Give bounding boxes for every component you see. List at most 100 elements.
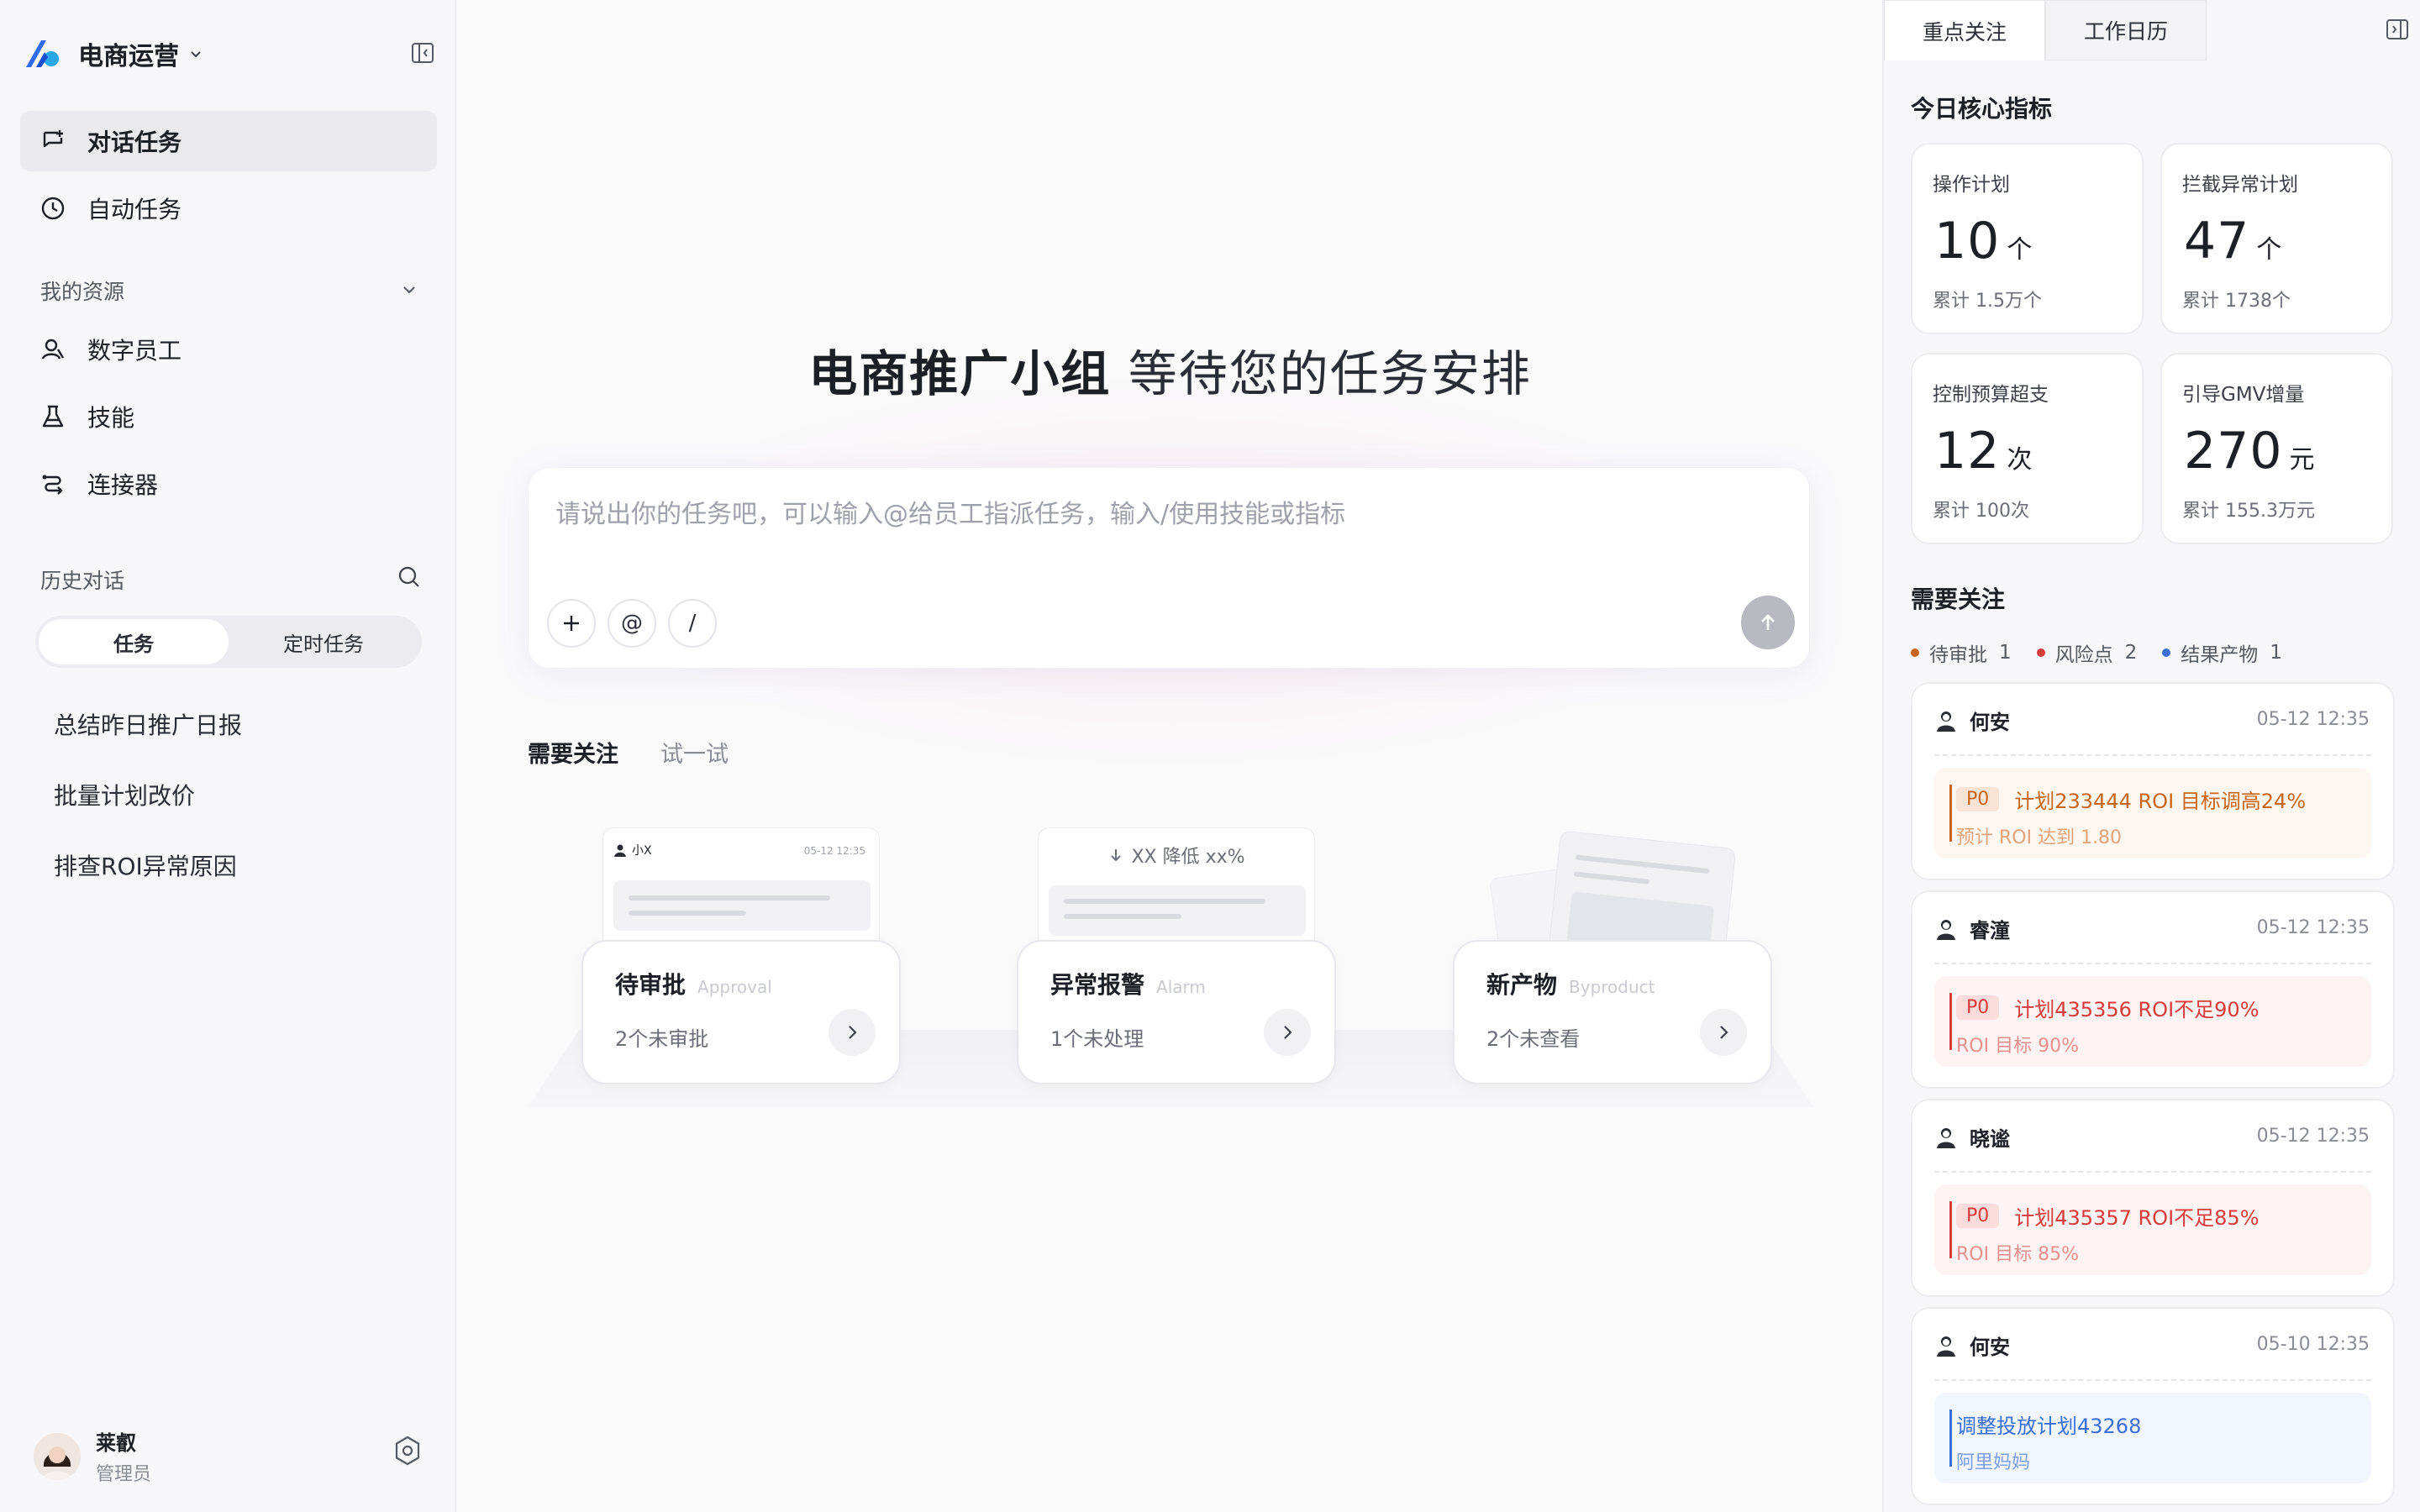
history-title: 历史对话: [40, 569, 125, 593]
resources-toggle-icon[interactable]: [397, 277, 422, 302]
sidebar-collapse-icon[interactable]: [410, 40, 435, 66]
legend-label: 风险点: [2054, 644, 2113, 666]
settings-icon[interactable]: [392, 1435, 424, 1467]
metric-label: 控制预算超支: [1933, 384, 2049, 406]
item-title: 计划435357 ROI不足85%: [2014, 1206, 2260, 1230]
composer-placeholder[interactable]: 请说出你的任务吧，可以输入@给员工指派任务，输入/使用技能或指标: [555, 493, 1345, 530]
sidebar: 电商运营 对话任务 自动任务 我的资源 数字员工 技能 连接器 历史对话 任务 …: [0, 0, 456, 1512]
metric-card[interactable]: 操作计划 10 个 累计 1.5万个: [1911, 143, 2144, 334]
metric-unit: 元: [2289, 445, 2316, 475]
chevron-right-icon[interactable]: [1264, 1009, 1311, 1056]
metric-total: 累计 155.3万元: [2182, 501, 2315, 522]
alarm-card[interactable]: 异常报警 Alarm 1个未处理: [1017, 940, 1336, 1084]
dot-icon: [2036, 648, 2045, 657]
send-button[interactable]: [1741, 596, 1795, 649]
nav-chat-task[interactable]: 对话任务: [20, 111, 437, 171]
approval-card-en: Approval: [697, 977, 772, 997]
chat-task-icon: [39, 127, 67, 155]
agent-name: 晓谧: [1970, 1127, 2010, 1151]
legend-pending[interactable]: 待审批 1: [1911, 638, 2012, 667]
nav-auto-task[interactable]: 自动任务: [20, 178, 437, 239]
metric-unit: 次: [2007, 445, 2033, 475]
tab-attention[interactable]: 需要关注: [528, 736, 618, 769]
item-detail: ROI 目标 85%: [1956, 1244, 2079, 1265]
chevron-down-icon: [187, 45, 204, 62]
tab-work-calendar[interactable]: 工作日历: [2045, 0, 2207, 60]
byproduct-card-title: 新产物: [1486, 971, 1558, 999]
nav-skills[interactable]: 技能: [20, 386, 437, 447]
approval-card-group: 小X 05-12 12:35 待审批 Approval 2个未审批: [581, 827, 901, 1088]
task-composer[interactable]: 请说出你的任务吧，可以输入@给员工指派任务，输入/使用技能或指标 @ /: [528, 467, 1810, 669]
metric-card[interactable]: 控制预算超支 12 次 累计 100次: [1911, 353, 2144, 544]
metric-card[interactable]: 引导GMV增量 270 元 累计 155.3万元: [2160, 353, 2393, 544]
alarm-card-en: Alarm: [1156, 977, 1206, 997]
preview-time: 05-12 12:35: [803, 845, 865, 857]
tab-try-it[interactable]: 试一试: [660, 736, 729, 769]
slash-command-button[interactable]: /: [668, 599, 717, 648]
alarm-preview: XX 降低 xx%: [1038, 827, 1315, 953]
attention-item[interactable]: 睿潼 05-12 12:35 P0 计划435356 ROI不足90% ROI 目…: [1911, 890, 2395, 1089]
history-item[interactable]: 排查ROI异常原因: [54, 848, 237, 882]
arrow-down-icon: [1111, 849, 1122, 862]
add-attachment-button[interactable]: [547, 599, 596, 648]
attention-title: 需要关注: [1911, 585, 2006, 613]
panel-collapse-icon[interactable]: [2385, 17, 2410, 42]
legend-risk[interactable]: 风险点 2: [2036, 638, 2138, 667]
item-detail: 阿里妈妈: [1956, 1452, 2031, 1473]
alarm-card-count: 1个未处理: [1050, 1027, 1144, 1051]
metric-value: 12: [1934, 422, 2001, 480]
nav-connectors-label: 连接器: [87, 471, 159, 499]
preview-user: 小X: [632, 844, 652, 858]
arrow-up-icon: [1761, 614, 1775, 630]
seg-tasks[interactable]: 任务: [39, 619, 229, 664]
history-search-icon[interactable]: [397, 564, 422, 590]
chevron-right-icon[interactable]: [1700, 1009, 1747, 1056]
workspace-switcher[interactable]: 电商运营: [23, 32, 204, 76]
resources-title: 我的资源: [40, 280, 125, 304]
metric-total: 累计 100次: [1933, 501, 2029, 522]
hero-title: 电商推广小组 等待您的任务安排: [458, 334, 1882, 405]
item-body: P0 计划435356 ROI不足90% ROI 目标 90%: [1934, 976, 2371, 1067]
attention-item[interactable]: 何安 05-10 12:35 调整投放计划43268 阿里妈妈: [1911, 1307, 2395, 1505]
tab-focus[interactable]: 重点关注: [1884, 0, 2045, 60]
attention-legend: 待审批 1 风险点 2 结果产物 1: [1911, 638, 2307, 667]
item-body: P0 计划435357 ROI不足85% ROI 目标 85%: [1934, 1184, 2371, 1275]
metric-label: 拦截异常计划: [2182, 174, 2298, 196]
item-time: 05-12 12:35: [2256, 917, 2370, 938]
agent-avatar-icon: [1937, 1127, 1955, 1148]
preview-placeholder-block: [1049, 885, 1306, 936]
metric-card[interactable]: 拦截异常计划 47 个 累计 1738个: [2160, 143, 2393, 334]
attention-tabs: 需要关注 试一试: [528, 736, 771, 769]
seg-scheduled-tasks[interactable]: 定时任务: [229, 619, 418, 664]
nav-connectors[interactable]: 连接器: [20, 454, 437, 514]
item-detail: ROI 目标 90%: [1956, 1036, 2079, 1057]
approval-card[interactable]: 待审批 Approval 2个未审批: [581, 940, 901, 1084]
metric-total: 累计 1.5万个: [1933, 291, 2042, 312]
alarm-preview-text: XX 降低 xx%: [1131, 847, 1245, 868]
legend-count: 1: [1999, 642, 2012, 664]
nav-chat-task-label: 对话任务: [87, 129, 182, 156]
approval-card-title: 待审批: [615, 971, 687, 999]
right-panel: 重点关注 工作日历 今日核心指标 操作计划 10 个 累计 1.5万个 拦截异常计…: [1882, 0, 2420, 1512]
user-profile[interactable]: 莱叡 管理员: [34, 1426, 151, 1486]
mention-button[interactable]: @: [608, 599, 656, 648]
item-body: 调整投放计划43268 阿里妈妈: [1934, 1393, 2371, 1483]
item-title: 调整投放计划43268: [1956, 1415, 2142, 1438]
byproduct-card-en: Byproduct: [1569, 977, 1655, 997]
hero-subtitle: 等待您的任务安排: [1111, 345, 1532, 402]
byproduct-card[interactable]: 新产物 Byproduct 2个未查看: [1453, 940, 1772, 1084]
legend-count: 2: [2124, 642, 2138, 664]
history-item[interactable]: 批量计划改价: [54, 778, 195, 811]
attention-item[interactable]: 晓谧 05-12 12:35 P0 计划435357 ROI不足85% ROI 目…: [1911, 1099, 2395, 1297]
metric-value: 270: [2184, 422, 2283, 480]
item-time: 05-10 12:35: [2256, 1334, 2370, 1355]
user-name: 莱叡: [96, 1431, 136, 1455]
nav-digital-employee[interactable]: 数字员工: [20, 319, 437, 380]
chevron-right-icon[interactable]: [829, 1009, 876, 1056]
legend-output[interactable]: 结果产物 1: [2162, 638, 2282, 667]
workspace-name: 电商运营: [78, 42, 179, 71]
attention-item[interactable]: 何安 05-12 12:35 P0 计划233444 ROI 目标调高24% 预计…: [1911, 682, 2395, 880]
agent-name: 何安: [1970, 711, 2010, 734]
priority-badge: P0: [1956, 1204, 2000, 1228]
history-item[interactable]: 总结昨日推广日报: [54, 707, 242, 741]
